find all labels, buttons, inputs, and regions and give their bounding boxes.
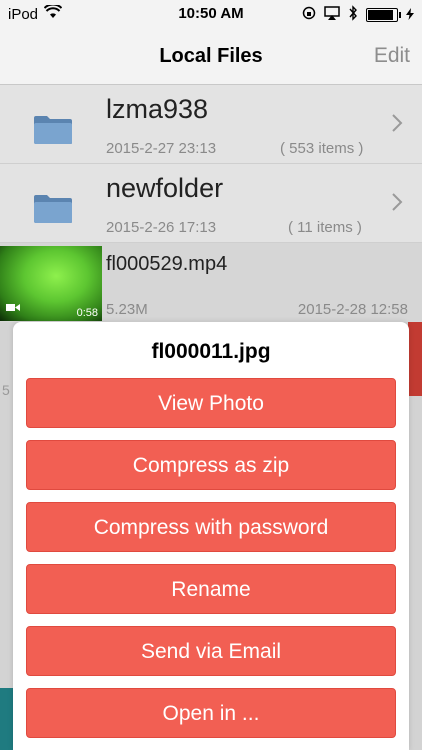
airplay-icon (324, 6, 340, 24)
bluetooth-icon (348, 5, 358, 25)
sheet-title: fl000011.jpg (151, 340, 271, 363)
file-list: lzma938 2015-2-27 23:13 ( 553 items ) ne… (0, 85, 422, 321)
rename-button[interactable]: Rename (26, 564, 396, 614)
item-count: ( 553 items ) (280, 140, 364, 157)
compress-zip-button[interactable]: Compress as zip (26, 440, 396, 490)
item-count: ( 11 items ) (288, 219, 362, 236)
list-item[interactable]: newfolder 2015-2-26 17:13 ( 11 items ) (0, 164, 422, 243)
folder-icon (33, 192, 73, 224)
compress-password-button[interactable]: Compress with password (26, 502, 396, 552)
navigation-bar: Local Files Edit (0, 30, 422, 85)
file-date: 2015-2-28 12:58 (297, 301, 408, 318)
orientation-lock-icon (302, 6, 316, 24)
folder-icon (33, 113, 73, 145)
page-title: Local Files (159, 45, 263, 67)
send-email-button[interactable]: Send via Email (26, 626, 396, 676)
file-name: lzma938 (106, 94, 209, 124)
battery-fill (368, 10, 393, 20)
list-item[interactable]: 0:58 fl000529.mp4 5.23M 2015-2-28 12:58 (0, 243, 422, 321)
video-thumbnail: 0:58 (0, 246, 102, 321)
file-name: fl000529.mp4 (106, 253, 228, 275)
background-accent-teal (0, 688, 14, 750)
video-camera-icon (6, 299, 20, 317)
file-date: 2015-2-27 23:13 (106, 140, 217, 157)
view-photo-button[interactable]: View Photo (26, 378, 396, 428)
open-in-button[interactable]: Open in ... (26, 688, 396, 738)
chevron-right-icon (390, 190, 404, 214)
background-partial-text: 5 (2, 382, 10, 398)
file-name: newfolder (106, 173, 224, 203)
charging-icon (406, 7, 414, 24)
status-bar: iPod 10:50 AM (0, 0, 422, 30)
file-date: 2015-2-26 17:13 (106, 219, 217, 236)
list-item[interactable]: lzma938 2015-2-27 23:13 ( 553 items ) (0, 85, 422, 164)
chevron-right-icon (390, 111, 404, 135)
video-duration: 0:58 (76, 307, 98, 319)
file-size: 5.23M (106, 301, 148, 318)
background-accent-red (408, 322, 422, 396)
battery-icon (366, 8, 401, 22)
action-sheet: fl000011.jpg View Photo Compress as zip … (13, 322, 409, 750)
edit-button[interactable]: Edit (374, 44, 410, 68)
